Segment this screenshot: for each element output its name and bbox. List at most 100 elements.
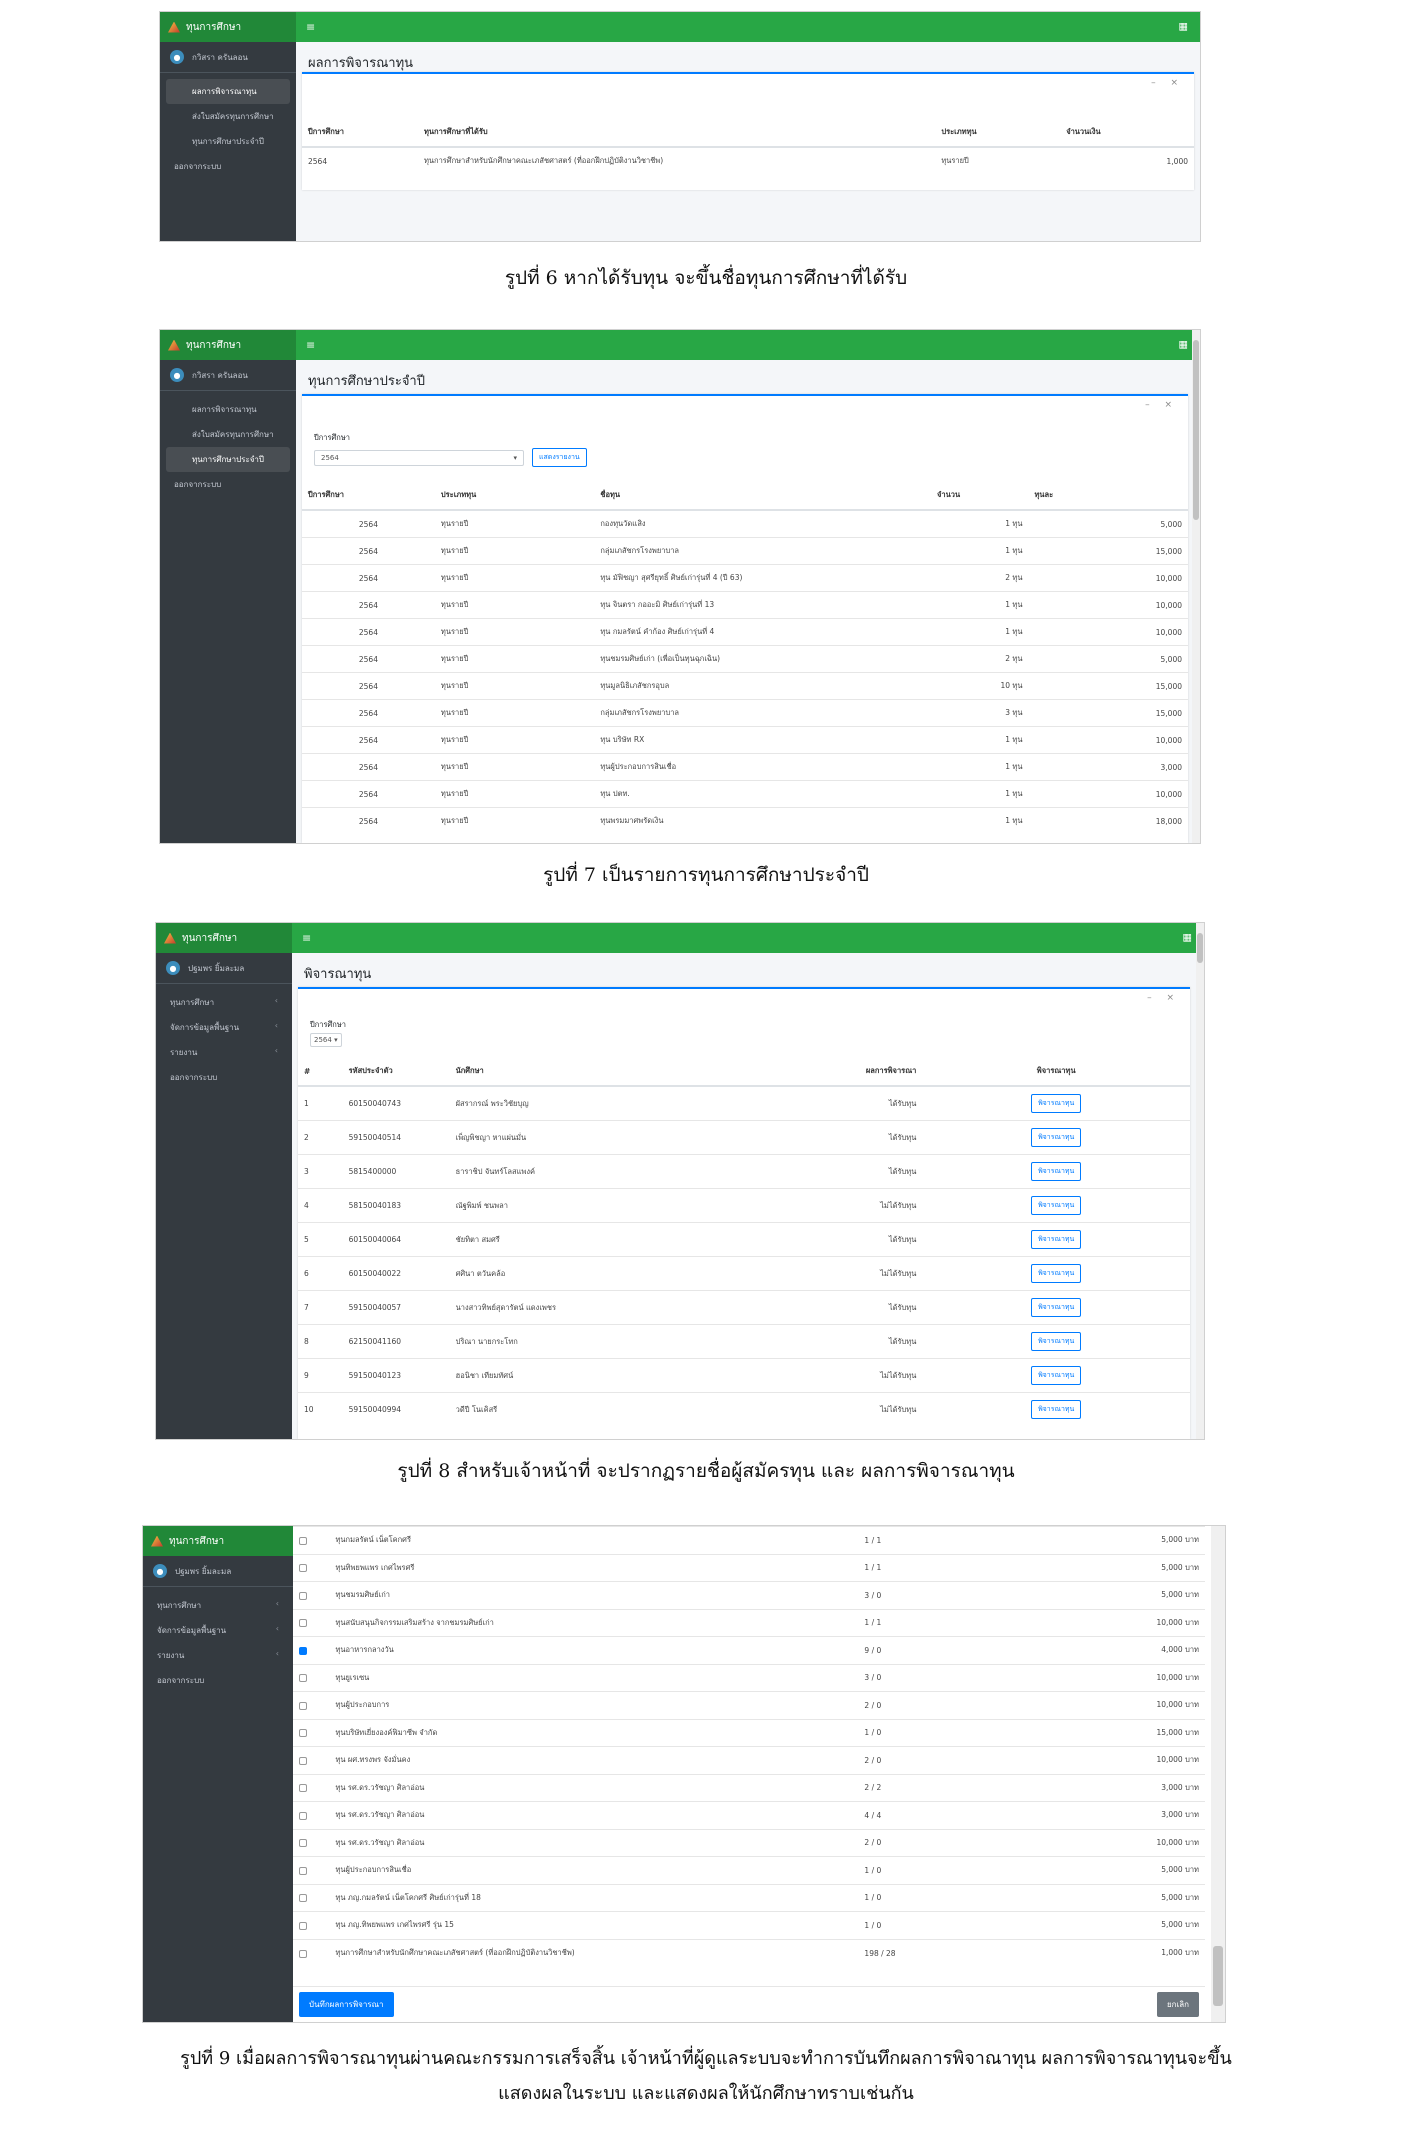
cell-action: พิจารณาทุน: [922, 1256, 1190, 1291]
consider-button[interactable]: พิจารณาทุน: [1031, 1094, 1082, 1113]
cell-each: 5,000: [1028, 509, 1188, 538]
table-row: ทุนอาหารกลางวัน 9 / 0 4,000 บาท: [293, 1636, 1205, 1664]
brand[interactable]: ทุนการศึกษา: [160, 12, 296, 42]
scholarship-checkbox[interactable]: [299, 1701, 307, 1710]
card-tools[interactable]: – ×: [1147, 993, 1180, 1003]
sidebar: ● ปฐมพร ยิ้มละมล ทุนการศึกษา ‹ จัดการข้อมู…: [156, 953, 292, 1439]
cell-type: ทุนรายปี: [434, 509, 595, 538]
cancel-button[interactable]: ยกเลิก: [1156, 1992, 1199, 2017]
sidebar-item-annual[interactable]: ทุนการศึกษาประจำปี: [166, 447, 290, 472]
cell-type: ทุนรายปี: [434, 645, 595, 673]
sidebar-item-logout[interactable]: ออกจากระบบ: [162, 1065, 286, 1090]
consider-button[interactable]: พิจารณาทุน: [1031, 1128, 1082, 1147]
cell-year: 2564: [302, 780, 435, 808]
cell-select: [293, 1938, 330, 1967]
scholarship-checkbox[interactable]: [299, 1839, 307, 1848]
table-row: ทุนยูเรเซน 3 / 0 10,000 บาท: [293, 1663, 1205, 1692]
cell-scholarship-name: ทุนชมรมศิษย์เก่า: [329, 1581, 859, 1609]
logo-icon: [164, 932, 176, 944]
consider-button[interactable]: พิจารณาทุน: [1031, 1366, 1082, 1385]
chevron-left-icon: ‹: [274, 996, 278, 1005]
grid-icon[interactable]: ▦: [1183, 933, 1192, 944]
scholarship-checkbox[interactable]: [299, 1921, 307, 1930]
table-row: 7 59150040057 นางสาวทิพย์สุดารัตน์ แดงเพชร…: [298, 1290, 1190, 1325]
scholarship-select-body: ทุนกมลรัตน์ เน็ตโคกศรี 1 / 1 5,000 บาท ทุนท…: [293, 1526, 1205, 1967]
sidebar-item-reports[interactable]: รายงาน ‹: [162, 1040, 286, 1065]
scrollbar-thumb[interactable]: [1213, 1946, 1223, 2006]
sidebar-item-master-data[interactable]: จัดการข้อมูลพื้นฐาน ‹: [149, 1618, 287, 1643]
scrollbar[interactable]: [1211, 1526, 1225, 2022]
scrollbar[interactable]: [1192, 330, 1200, 843]
table-row: ทุนบริษัทเยี่ยงองค์ฟิมาซีพ จำกัด 1 / 0 15,…: [293, 1718, 1205, 1747]
sidebar-item-apply[interactable]: ส่งใบสมัครทุนการศึกษา: [166, 422, 290, 447]
user-panel[interactable]: ● ปฐมพร ยิ้มละมล: [156, 953, 292, 984]
cell-scholarship-name: ทุนผู้ประกอบการสินเชื่อ: [329, 1856, 859, 1884]
user-panel[interactable]: ● ปฐมพร ยิ้มละมล: [143, 1556, 293, 1587]
brand[interactable]: ทุนการศึกษา: [160, 330, 296, 360]
consider-button[interactable]: พิจารณาทุน: [1031, 1400, 1082, 1419]
user-panel[interactable]: ● กวิสรา ครันลอน: [160, 360, 296, 391]
brand[interactable]: ทุนการศึกษา: [143, 1526, 293, 1556]
sidebar-item-apply[interactable]: ส่งใบสมัครทุนการศึกษา: [166, 104, 290, 129]
user-panel[interactable]: ● กวิสรา ครันลอน: [160, 42, 296, 73]
consider-button[interactable]: พิจารณาทุน: [1031, 1264, 1082, 1283]
brand[interactable]: ทุนการศึกษา: [156, 923, 292, 953]
cell-name: ทุน มัฟิชญา สุศรียุทธิ์ ศิษย์เก่ารุ่นที่…: [594, 564, 932, 592]
sidebar-item-logout[interactable]: ออกจากระบบ: [149, 1668, 287, 1693]
save-result-button[interactable]: บันทึกผลการพิจารณา: [299, 1992, 394, 2017]
scrollbar-thumb[interactable]: [1197, 933, 1203, 963]
consider-button[interactable]: พิจารณาทุน: [1031, 1332, 1082, 1351]
card-tools[interactable]: – ×: [1151, 78, 1184, 88]
sidebar-item-logout[interactable]: ออกจากระบบ: [166, 154, 290, 179]
scholarship-checkbox[interactable]: [299, 1564, 307, 1573]
sidebar-item-annual[interactable]: ทุนการศึกษาประจำปี: [166, 129, 290, 154]
cell-quota: 1 / 1: [858, 1553, 1041, 1582]
scrollbar[interactable]: [1196, 923, 1204, 1439]
cell-each: 18,000: [1028, 807, 1188, 834]
brand-title: ทุนการศึกษา: [186, 339, 242, 351]
sidebar-item-reports[interactable]: รายงาน ‹: [149, 1643, 287, 1668]
hamburger-icon[interactable]: ≡: [306, 339, 315, 352]
consider-button[interactable]: พิจารณาทุน: [1031, 1298, 1082, 1317]
cell-count: 1 ทุน: [931, 537, 1029, 565]
year-select[interactable]: 2564 ▾: [310, 1033, 342, 1047]
scholarship-checkbox[interactable]: [299, 1674, 307, 1683]
hamburger-icon[interactable]: ≡: [302, 932, 311, 945]
consider-button[interactable]: พิจารณาทุน: [1031, 1162, 1082, 1181]
consider-button[interactable]: พิจารณาทุน: [1031, 1230, 1082, 1249]
amount-unit: บาท: [1185, 1590, 1199, 1600]
sidebar: ● กวิสรา ครันลอน ผลการพิจารณาทุน ส่งใบสมั…: [160, 360, 296, 843]
scrollbar-thumb[interactable]: [1193, 340, 1199, 520]
sidebar-item-logout[interactable]: ออกจากระบบ: [166, 472, 290, 497]
show-report-button[interactable]: แสดงรายงาน: [532, 448, 587, 467]
sidebar-item-results[interactable]: ผลการพิจารณาทุน: [166, 397, 290, 422]
scholarship-checkbox[interactable]: [299, 1894, 307, 1903]
cell-year: 2564: [302, 564, 435, 592]
scholarship-checkbox[interactable]: [299, 1784, 307, 1793]
hamburger-icon[interactable]: ≡: [306, 21, 315, 34]
scholarship-checkbox[interactable]: [299, 1729, 307, 1738]
scholarship-checkbox[interactable]: [299, 1866, 307, 1875]
card-tools[interactable]: – ×: [1145, 400, 1178, 410]
grid-icon[interactable]: ▦: [1179, 22, 1188, 33]
scholarship-checkbox[interactable]: [299, 1811, 307, 1820]
scholarship-checkbox[interactable]: [299, 1619, 307, 1628]
scholarship-checkbox[interactable]: [299, 1591, 307, 1600]
table-row: 2564 ทุนรายปี ทุนผู้ประกอบการสินเชื่อ 1 ทุน…: [302, 753, 1188, 781]
table-row: 8 62150041160 ปริณา นายกระโทก ได้รับทุน พิจา…: [298, 1324, 1190, 1359]
scholarship-checkbox[interactable]: [299, 1646, 307, 1655]
scholarship-checkbox[interactable]: [299, 1756, 307, 1765]
sidebar-item-results[interactable]: ผลการพิจารณาทุน: [166, 79, 290, 104]
sidebar-item-scholarship[interactable]: ทุนการศึกษา ‹: [149, 1593, 287, 1618]
sidebar-item-scholarship[interactable]: ทุนการศึกษา ‹: [162, 990, 286, 1015]
year-select[interactable]: 2564 ▾: [314, 449, 524, 466]
col-name: ชื่อทุน: [594, 481, 932, 511]
grid-icon[interactable]: ▦: [1179, 340, 1188, 351]
consider-button[interactable]: พิจารณาทุน: [1031, 1196, 1082, 1215]
cell-action: พิจารณาทุน: [922, 1324, 1190, 1359]
sidebar-item-master-data[interactable]: จัดการข้อมูลพื้นฐาน ‹: [162, 1015, 286, 1040]
scholarship-checkbox[interactable]: [299, 1949, 307, 1958]
cell-each: 10,000: [1028, 591, 1188, 619]
scholarship-checkbox[interactable]: [299, 1536, 307, 1545]
cell-result: ได้รับทุน: [806, 1324, 923, 1359]
